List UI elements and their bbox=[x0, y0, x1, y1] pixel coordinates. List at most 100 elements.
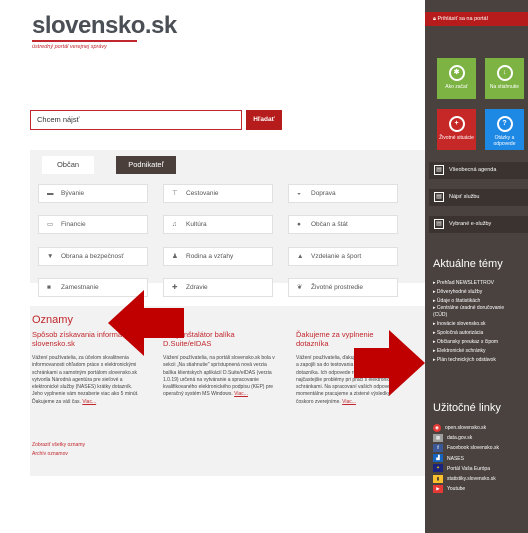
button-label: Nájsť službu bbox=[449, 194, 480, 200]
site-logo[interactable]: slovensko.sk ústredný portál verejnej sp… bbox=[32, 12, 177, 50]
eu-icon: ✦ bbox=[433, 464, 443, 473]
facebook-icon: f bbox=[433, 444, 443, 453]
search-button[interactable]: Hľadať bbox=[246, 110, 282, 130]
category-zivotne-prostredie[interactable]: ❦ Životné prostredie bbox=[288, 278, 398, 297]
button-label: Vybrané e-služby bbox=[449, 221, 492, 227]
category-label: Vzdelanie a šport bbox=[311, 253, 362, 260]
news-heading: Oznamy bbox=[32, 314, 73, 326]
useful-link[interactable]: ▟ NASES bbox=[433, 454, 525, 464]
news-body: Vážení používatelia, na portáli slovensk… bbox=[163, 355, 275, 399]
category-label: Občan a štát bbox=[311, 221, 348, 228]
news-text: Vážení používatelia, na portáli slovensk… bbox=[163, 355, 275, 398]
data-icon: ▦ bbox=[433, 433, 443, 442]
category-cestovanie[interactable]: ⊤ Cestovanie bbox=[163, 184, 273, 203]
links-heading: Užitočné linky bbox=[433, 402, 501, 414]
topic-item[interactable]: ▸ Elektronické schránky bbox=[433, 347, 525, 356]
tile-label: Životné situácie bbox=[439, 135, 474, 141]
red-arrow-right-icon bbox=[354, 330, 425, 396]
tile-label: Ako začať bbox=[445, 84, 468, 90]
tab-podnikatel[interactable]: Podnikateľ bbox=[116, 156, 176, 174]
useful-link[interactable]: ▮ statistiky.slovensko.sk bbox=[433, 474, 525, 484]
login-button[interactable]: 🔒︎ Prihlásiť sa na portál bbox=[425, 12, 528, 26]
nases-icon: ▟ bbox=[433, 454, 443, 463]
show-all-news-link[interactable]: Zobraziť všetky oznamy bbox=[32, 442, 85, 448]
button-vseobecna-agenda[interactable]: ▤ Všeobecná agenda bbox=[429, 162, 528, 179]
news-more-link[interactable]: Viac... bbox=[82, 399, 96, 405]
topic-item[interactable]: ▸ Spoločná autorizácia bbox=[433, 329, 525, 338]
news-text: Vážení používatelia, za účelom skvalitne… bbox=[32, 355, 139, 405]
shield-icon: ▼ bbox=[47, 253, 54, 260]
tile-otazky[interactable]: ? Otázky a odpovede bbox=[485, 109, 524, 150]
useful-link[interactable]: ◉ open.slovensko.sk bbox=[433, 423, 525, 433]
search-placeholder: Chcem nájsť bbox=[37, 115, 80, 124]
tile-ako-zacat[interactable]: ✱ Ako začať bbox=[437, 58, 476, 99]
people-icon: ● bbox=[297, 221, 301, 228]
news-more-link[interactable]: Viac... bbox=[342, 399, 356, 405]
category-label: Cestovanie bbox=[186, 190, 219, 197]
button-label: Všeobecná agenda bbox=[449, 167, 497, 173]
money-icon: ▭ bbox=[47, 221, 54, 228]
logo-subtitle: ústredný portál verejnej správy bbox=[32, 44, 107, 50]
family-icon: ♟ bbox=[172, 253, 178, 260]
news-more-link[interactable]: Viac... bbox=[234, 391, 248, 397]
life-ring-icon: + bbox=[448, 116, 465, 132]
topic-item[interactable]: ▸ Plán technických odstávok bbox=[433, 356, 525, 365]
question-icon: ? bbox=[496, 116, 513, 132]
category-financie[interactable]: ▭ Financie bbox=[38, 215, 148, 234]
signpost-icon: ⊤ bbox=[172, 190, 178, 197]
useful-link[interactable]: ▦ data.gov.sk bbox=[433, 433, 525, 443]
category-label: Bývanie bbox=[61, 190, 85, 197]
topics-list: ▸ Prehľad NEWSLETTROV ▸ Dôveryhodné služ… bbox=[433, 279, 525, 364]
useful-link[interactable]: f Facebook slovensko.sk bbox=[433, 443, 525, 453]
category-obrana[interactable]: ▼ Obrana a bezpečnosť bbox=[38, 247, 148, 266]
document-icon: ▤ bbox=[434, 165, 444, 175]
login-label: Prihlásiť sa na portál bbox=[437, 16, 488, 22]
leaf-icon: ❦ bbox=[297, 284, 303, 291]
topic-item[interactable]: ▸ Údaje o štatistikách bbox=[433, 297, 525, 306]
category-label: Obrana a bezpečnosť bbox=[61, 253, 124, 260]
useful-link[interactable]: ▶ Youtube bbox=[433, 484, 525, 494]
search-service-icon: ▤ bbox=[434, 192, 444, 202]
category-vzdelanie[interactable]: ▲ Vzdelanie a šport bbox=[288, 247, 398, 266]
graduation-icon: ▲ bbox=[297, 253, 304, 260]
category-doprava[interactable]: ◒ Doprava bbox=[288, 184, 398, 203]
youtube-icon: ▶ bbox=[433, 484, 443, 493]
category-label: Kultúra bbox=[186, 221, 207, 228]
category-obcan-a-stat[interactable]: ● Občan a štát bbox=[288, 215, 398, 234]
topic-item[interactable]: ▸ Centrálne úradné doručovanie (CÚD) bbox=[433, 305, 513, 318]
tab-obcan[interactable]: Občan bbox=[42, 156, 94, 174]
right-sidebar: 🔒︎ Prihlásiť sa na portál ✱ Ako začať ↓ … bbox=[425, 0, 528, 533]
main-content: slovensko.sk ústredný portál verejnej sp… bbox=[0, 0, 425, 533]
category-label: Zamestnanie bbox=[61, 284, 99, 291]
topic-item[interactable]: ▸ Inovácie slovensko.sk bbox=[433, 320, 525, 329]
news-body: Vážení používatelia, za účelom skvalitne… bbox=[32, 355, 144, 406]
button-najst-sluzbu[interactable]: ▤ Nájsť službu bbox=[429, 189, 528, 206]
category-label: Životné prostredie bbox=[311, 284, 364, 291]
news-archive-link[interactable]: Archív oznamov bbox=[32, 451, 68, 457]
useful-link[interactable]: ✦ Portál Vaša Európa bbox=[433, 464, 525, 474]
category-rodina[interactable]: ♟ Rodina a vzťahy bbox=[163, 247, 273, 266]
tile-label: Na stiahnutie bbox=[489, 84, 520, 90]
bulb-icon: ✱ bbox=[448, 65, 465, 81]
stats-icon: ▮ bbox=[433, 474, 443, 483]
topic-item[interactable]: ▸ Občiansky preukaz s čipom bbox=[433, 338, 525, 347]
search-input[interactable]: Chcem nájsť bbox=[30, 110, 242, 130]
tile-na-stiahnutie[interactable]: ↓ Na stiahnutie bbox=[485, 58, 524, 99]
red-arrow-left-icon bbox=[108, 290, 184, 356]
category-kultura[interactable]: ♫ Kultúra bbox=[163, 215, 273, 234]
category-label: Rodina a vzťahy bbox=[186, 253, 234, 260]
music-icon: ♫ bbox=[172, 221, 177, 228]
topic-item[interactable]: ▸ Dôveryhodné služby bbox=[433, 288, 525, 297]
logo-underline bbox=[32, 40, 137, 42]
briefcase-icon: ■ bbox=[47, 284, 51, 291]
logo-title: slovensko.sk bbox=[32, 12, 177, 39]
topic-item[interactable]: ▸ Prehľad NEWSLETTROV bbox=[433, 279, 525, 288]
tile-label: Otázky a odpovede bbox=[493, 135, 516, 147]
open-icon: ◉ bbox=[433, 423, 441, 432]
category-byvanie[interactable]: ▬ Bývanie bbox=[38, 184, 148, 203]
category-label: Financie bbox=[61, 221, 86, 228]
tile-zivotne-situacie[interactable]: + Životné situácie bbox=[437, 109, 476, 150]
button-vybrane-esluzby[interactable]: ▤ Vybrané e-služby bbox=[429, 216, 528, 233]
category-label: Doprava bbox=[311, 190, 336, 197]
car-icon: ◒ bbox=[297, 190, 301, 197]
